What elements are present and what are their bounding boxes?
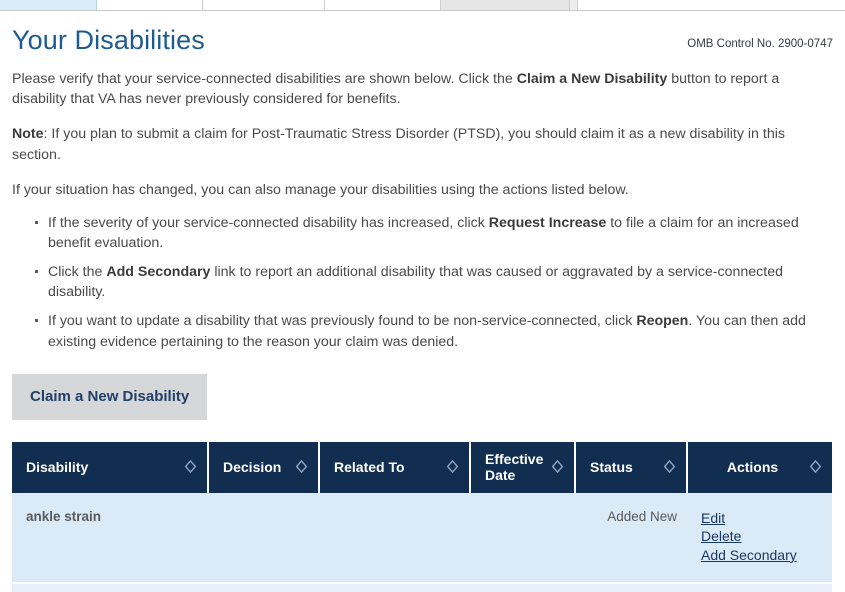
progress-segment-5[interactable] bbox=[441, 0, 570, 10]
column-header-inner: Disability bbox=[26, 459, 197, 475]
column-header-decision[interactable]: Decision bbox=[208, 441, 320, 493]
claim-a-new-disability-button[interactable]: Claim a New Disability bbox=[12, 373, 208, 420]
page-content: Your Disabilities OMB Control No. 2900-0… bbox=[0, 11, 845, 592]
cell-status: Added New bbox=[575, 492, 687, 585]
page-header: Your Disabilities OMB Control No. 2900-0… bbox=[12, 11, 833, 56]
progress-segment-7[interactable] bbox=[578, 0, 845, 10]
sort-diamond-icon[interactable] bbox=[446, 460, 459, 474]
sort-diamond-icon[interactable] bbox=[663, 460, 676, 474]
cell-related-to bbox=[319, 492, 470, 585]
intro-text-a: Please verify that your service-connecte… bbox=[12, 71, 517, 88]
bullet-emphasis: Request Increase bbox=[488, 214, 607, 231]
note-text: : If you plan to submit a claim for Post… bbox=[12, 126, 785, 163]
action-link-edit[interactable]: Edit bbox=[701, 509, 822, 527]
column-header-effective-date[interactable]: Effective Date bbox=[470, 441, 576, 493]
actions-bullet-list: If the severity of your service-connecte… bbox=[12, 213, 833, 352]
column-header-inner: Related To bbox=[334, 459, 459, 475]
bullet-text-a: Click the bbox=[48, 264, 107, 281]
note-label: Note bbox=[12, 126, 44, 143]
action-link-add-secondary[interactable]: Add Secondary bbox=[701, 546, 822, 564]
cell-disability: ankle strain bbox=[12, 492, 208, 585]
bullet-text-a: If the severity of your service-connecte… bbox=[48, 214, 489, 231]
sort-diamond-icon[interactable] bbox=[184, 460, 197, 474]
progress-segment-6[interactable] bbox=[570, 0, 578, 10]
progress-segment-1[interactable] bbox=[0, 0, 97, 10]
table-row: ankle strain Added New Edit Delete Add Secon… bbox=[12, 492, 832, 585]
progress-segment-2[interactable] bbox=[97, 0, 203, 10]
page-title: Your Disabilities bbox=[12, 25, 205, 55]
sort-diamond-icon[interactable] bbox=[551, 460, 564, 474]
action-link-delete[interactable]: Delete bbox=[701, 527, 822, 545]
intro-paragraph-note: Note: If you plan to submit a claim for … bbox=[12, 124, 830, 164]
disabilities-table-wrapper: Disability Decision Related To Effective Da… bbox=[12, 441, 833, 592]
progress-segment-4[interactable] bbox=[325, 0, 441, 10]
sort-diamond-icon[interactable] bbox=[295, 460, 308, 474]
column-header-inner: Actions bbox=[702, 459, 822, 475]
column-header-inner: Status bbox=[590, 459, 676, 475]
column-header-label: Actions bbox=[726, 458, 779, 475]
column-header-label: Effective Date bbox=[485, 450, 544, 483]
table-header-row: Disability Decision Related To Effective Da… bbox=[12, 441, 832, 493]
column-header-status[interactable]: Status bbox=[575, 441, 688, 493]
cell-effective-date bbox=[470, 492, 575, 585]
intro-bold-claim: Claim a New Disability bbox=[516, 71, 668, 88]
bullet-emphasis: Reopen bbox=[636, 313, 689, 330]
column-header-label: Status bbox=[590, 458, 633, 475]
intro-paragraph-verify: Please verify that your service-connecte… bbox=[12, 69, 830, 109]
disabilities-table: Disability Decision Related To Effective Da… bbox=[12, 441, 832, 585]
omb-control-number: OMB Control No. 2900-0747 bbox=[687, 38, 833, 51]
column-header-disability[interactable]: Disability bbox=[12, 441, 209, 493]
progress-step-bar bbox=[0, 0, 845, 11]
column-header-label: Related To bbox=[334, 458, 405, 475]
claim-button-wrapper: Claim a New Disability bbox=[12, 373, 833, 420]
progress-segment-3[interactable] bbox=[203, 0, 325, 10]
column-header-inner: Effective Date bbox=[485, 451, 564, 483]
cell-decision bbox=[208, 492, 319, 585]
column-header-related-to[interactable]: Related To bbox=[319, 441, 471, 493]
column-header-label: Disability bbox=[26, 458, 89, 475]
bullet-emphasis: Add Secondary bbox=[106, 264, 211, 281]
column-header-actions[interactable]: Actions bbox=[687, 441, 832, 493]
bullet-text-a: If you want to update a disability that … bbox=[48, 313, 637, 330]
action-bullet-2: Click the Add Secondary link to report a… bbox=[35, 262, 833, 302]
table-next-row-filler bbox=[12, 584, 832, 592]
intro-paragraph-manage: If your situation has changed, you can a… bbox=[12, 181, 629, 198]
column-header-inner: Decision bbox=[223, 459, 308, 475]
sort-diamond-icon[interactable] bbox=[809, 460, 822, 474]
action-bullet-3: If you want to update a disability that … bbox=[35, 311, 833, 351]
column-header-label: Decision bbox=[223, 458, 282, 475]
table-header: Disability Decision Related To Effective Da… bbox=[12, 441, 832, 493]
table-body: ankle strain Added New Edit Delete Add Secon… bbox=[12, 492, 832, 585]
action-bullet-1: If the severity of your service-connecte… bbox=[35, 213, 833, 253]
cell-actions: Edit Delete Add Secondary bbox=[687, 492, 832, 585]
